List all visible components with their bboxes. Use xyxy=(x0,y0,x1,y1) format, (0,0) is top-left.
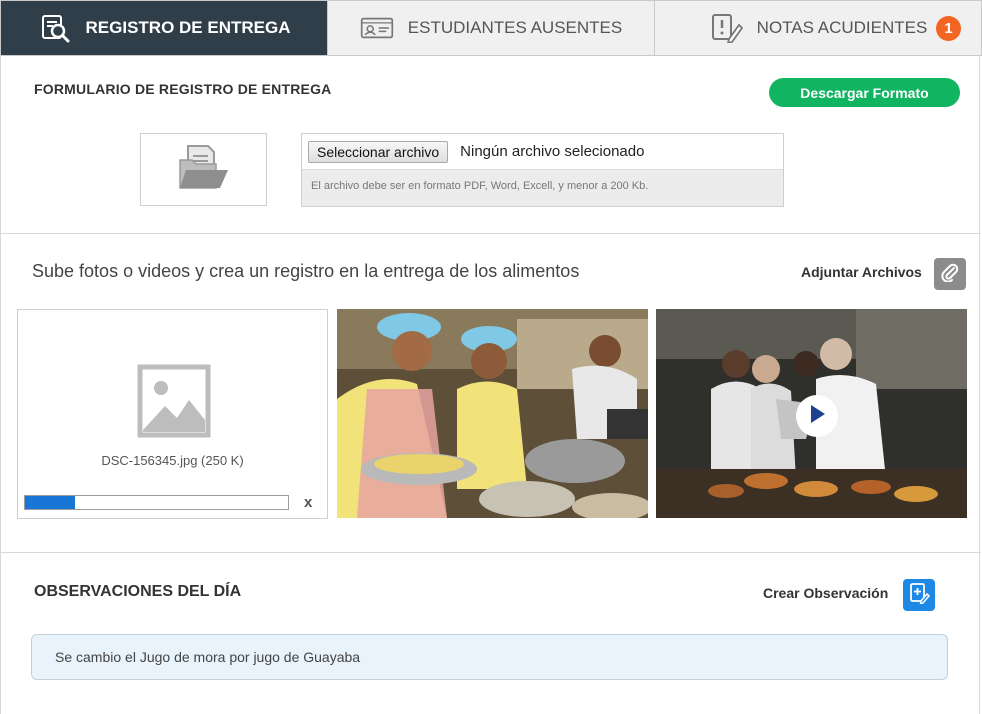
note-alert-icon xyxy=(709,13,743,43)
upload-progress-fill xyxy=(25,496,75,509)
tab-registro-entrega[interactable]: REGISTRO DE ENTREGA xyxy=(1,1,327,55)
tab-estudiantes-ausentes[interactable]: ESTUDIANTES AUSENTES xyxy=(327,1,654,55)
media-heading: Sube fotos o videos y crea un registro e… xyxy=(32,261,580,281)
main-panel: FORMULARIO DE REGISTRO DE ENTREGA Descar… xyxy=(0,56,981,714)
attach-files-label[interactable]: Adjuntar Archivos xyxy=(801,264,922,280)
tab-notas-acudientes[interactable]: NOTAS ACUDIENTES 1 xyxy=(654,1,981,55)
section-divider xyxy=(1,233,981,234)
tab-label: NOTAS ACUDIENTES xyxy=(756,18,928,37)
file-hint-text: El archivo debe ser en formato PDF, Word… xyxy=(311,180,649,192)
play-icon xyxy=(808,404,826,429)
section-divider xyxy=(1,552,981,553)
upload-card: DSC-156345.jpg (250 K) x xyxy=(17,309,328,519)
create-observation-button[interactable] xyxy=(903,579,935,611)
video-thumbnail[interactable] xyxy=(656,309,967,518)
upload-filename: DSC-156345.jpg (250 K) xyxy=(101,453,244,468)
tab-label: ESTUDIANTES AUSENTES xyxy=(407,18,623,37)
file-upload-field: Seleccionar archivo Ningún archivo selec… xyxy=(301,133,784,207)
attach-files-button[interactable] xyxy=(934,258,966,290)
file-input-row: Seleccionar archivo Ningún archivo selec… xyxy=(302,134,783,170)
image-placeholder-icon xyxy=(137,364,211,443)
tab-label: REGISTRO DE ENTREGA xyxy=(85,18,291,37)
notification-badge: 1 xyxy=(936,16,961,41)
upload-progress-bar xyxy=(24,495,289,510)
id-card-icon xyxy=(360,13,394,43)
search-document-icon xyxy=(38,13,72,43)
download-format-button[interactable]: Descargar Formato xyxy=(769,78,960,107)
file-status-text: Ningún archivo selecionado xyxy=(460,143,645,160)
edit-note-icon xyxy=(908,582,931,609)
form-title: FORMULARIO DE REGISTRO DE ENTREGA xyxy=(34,81,332,97)
file-preview-box xyxy=(140,133,267,206)
select-file-button[interactable]: Seleccionar archivo xyxy=(308,140,449,163)
folder-document-icon xyxy=(176,142,232,197)
create-observation-label[interactable]: Crear Observación xyxy=(763,585,888,601)
observation-item[interactable]: Se cambio el Jugo de mora por jugo de Gu… xyxy=(31,634,948,680)
photo-thumbnail[interactable] xyxy=(337,309,648,518)
play-video-button[interactable] xyxy=(796,395,838,437)
observations-title: OBSERVACIONES DEL DÍA xyxy=(34,583,242,600)
remove-upload-button[interactable]: x xyxy=(304,494,312,511)
tab-bar: REGISTRO DE ENTREGA ESTUDIANTES AUSENTES… xyxy=(0,0,982,56)
paperclip-icon xyxy=(940,262,960,287)
kitchen-photo xyxy=(337,309,648,518)
